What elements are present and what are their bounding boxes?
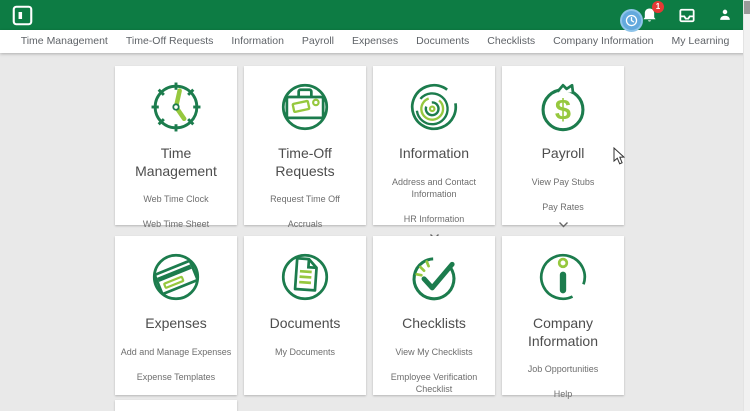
nav-tab-expenses[interactable]: Expenses: [343, 30, 407, 53]
card-link-add-and-manage-expenses[interactable]: Add and Manage Expenses: [121, 346, 232, 358]
nav-tab-my-learning[interactable]: My Learning: [663, 30, 739, 53]
fingerprint-icon: [405, 78, 463, 136]
card-link-address-and-contact-information[interactable]: Address and Contact Information: [377, 176, 491, 200]
nav-tab-checklists[interactable]: Checklists: [478, 30, 544, 53]
briefcase-icon: [276, 78, 334, 136]
person-icon[interactable]: [716, 6, 734, 24]
card-link-view-my-checklists[interactable]: View My Checklists: [395, 346, 472, 358]
check-circle-icon: [405, 248, 463, 306]
card-time-management[interactable]: Time ManagementWeb Time ClockWeb Time Sh…: [115, 66, 237, 225]
nav-tab-time-management[interactable]: Time Management: [12, 30, 117, 53]
credit-card-icon: [147, 248, 205, 306]
card-link-job-opportunities[interactable]: Job Opportunities: [528, 363, 599, 375]
main-nav: Time ManagementTime-Off RequestsInformat…: [0, 30, 750, 53]
card-title: Time Management: [119, 145, 233, 180]
card-link-expense-templates[interactable]: Expense Templates: [137, 371, 215, 383]
clock-dial-icon: [147, 78, 205, 136]
scrollbar[interactable]: [743, 0, 750, 411]
card-title: Information: [399, 145, 469, 163]
card-time-off-requests[interactable]: Time-Off RequestsRequest Time OffAccrual…: [244, 66, 366, 225]
card-documents[interactable]: Documents My Documents: [244, 236, 366, 395]
card-link-web-time-sheet[interactable]: Web Time Sheet: [143, 218, 209, 230]
scrollbar-thumb[interactable]: [744, 1, 750, 14]
svg-text:$: $: [555, 95, 571, 127]
nav-tab-company-information[interactable]: Company Information: [544, 30, 662, 53]
partial-card-next-row[interactable]: [115, 400, 237, 411]
money-bag-icon: $: [534, 78, 592, 136]
card-checklists[interactable]: Checklists View My Checklists Employee Ver…: [373, 236, 495, 395]
nav-tab-time-off-requests[interactable]: Time-Off Requests: [117, 30, 223, 53]
card-link-pay-rates[interactable]: Pay Rates: [542, 201, 584, 213]
card-link-my-documents[interactable]: My Documents: [275, 346, 335, 358]
cards-grid: Time Management Web Time Clock Web Time Sh…: [115, 66, 624, 395]
nav-tab-documents[interactable]: Documents: [407, 30, 478, 53]
expand-chevron-icon[interactable]: [558, 213, 569, 235]
document-icon: [276, 248, 334, 306]
nav-tab-payroll[interactable]: Payroll: [293, 30, 343, 53]
notification-badge: 1: [652, 1, 664, 13]
card-title: Time-Off Requests: [248, 145, 362, 180]
card-payroll[interactable]: $ Payroll View Pay Stubs Pay Rates: [502, 66, 624, 225]
card-title: Payroll: [542, 145, 585, 163]
card-link-accruals[interactable]: Accruals: [288, 218, 323, 230]
card-link-request-time-off[interactable]: Request Time Off: [270, 193, 340, 205]
info-letter-icon: [534, 248, 592, 306]
card-company-information[interactable]: Company InformationJob OpportunitiesHelp: [502, 236, 624, 395]
card-title: Documents: [270, 315, 341, 333]
card-link-hr-information[interactable]: HR Information: [404, 213, 465, 225]
paylocity-logo[interactable]: [12, 5, 33, 26]
card-title: Expenses: [145, 315, 206, 333]
card-title: Company Information: [506, 315, 620, 350]
inbox-icon[interactable]: [678, 6, 696, 24]
card-title: Checklists: [402, 315, 466, 333]
card-link-employee-verification-checklist[interactable]: Employee Verification Checklist: [377, 371, 491, 395]
quick-clock-button[interactable]: [620, 9, 643, 32]
card-information[interactable]: Information Address and Contact Informati…: [373, 66, 495, 225]
nav-tabs: Time ManagementTime-Off RequestsInformat…: [12, 30, 739, 53]
card-link-view-pay-stubs[interactable]: View Pay Stubs: [532, 176, 595, 188]
clock-icon: [625, 14, 638, 27]
card-link-help[interactable]: Help: [554, 388, 573, 400]
card-link-web-time-clock[interactable]: Web Time Clock: [143, 193, 208, 205]
nav-tab-information[interactable]: Information: [222, 30, 293, 53]
card-expenses[interactable]: Expenses Add and Manage Expenses Expense T…: [115, 236, 237, 395]
